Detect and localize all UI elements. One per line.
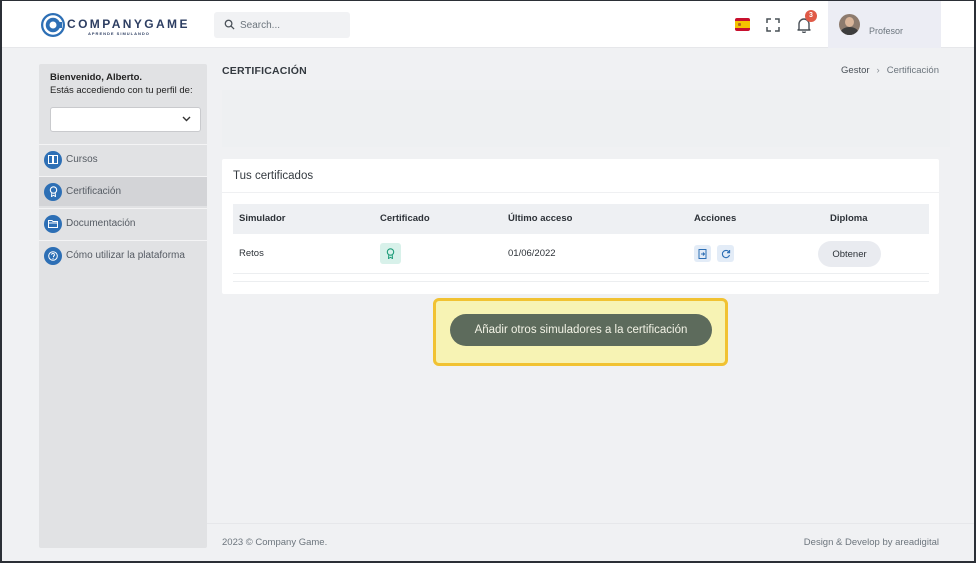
sidebar: Bienvenido, Alberto. Estás accediendo co…	[39, 64, 207, 548]
cell-simulador: Retos	[239, 248, 264, 259]
search-icon	[224, 19, 235, 30]
logo-text: COMPANYGAME	[67, 17, 190, 31]
certificates-table: Simulador Certificado Último acceso Acci…	[233, 204, 929, 282]
chevron-down-icon	[182, 116, 191, 122]
sidebar-item-label: Cómo utilizar la plataforma	[66, 250, 185, 261]
table-header: Simulador Certificado Último acceso Acci…	[233, 204, 929, 234]
search-box[interactable]	[214, 12, 350, 38]
book-icon	[44, 150, 62, 169]
flag-es-icon[interactable]	[735, 18, 750, 31]
logo-tagline: APRENDE SIMULANDO	[88, 31, 150, 36]
column-header: Certificado	[380, 213, 430, 224]
column-header: Simulador	[239, 213, 286, 224]
award-icon	[44, 182, 62, 201]
sidebar-item-ayuda[interactable]: Cómo utilizar la plataforma	[39, 240, 207, 270]
welcome-text: Bienvenido, Alberto.	[50, 72, 143, 83]
column-header: Acciones	[694, 213, 737, 224]
sidebar-item-label: Documentación	[66, 218, 136, 229]
fullscreen-icon[interactable]	[766, 18, 780, 32]
footer-credit: Design & Develop by areadigital	[803, 537, 939, 548]
window-frame-left	[0, 0, 2, 563]
sidebar-item-label: Cursos	[66, 154, 98, 165]
folder-icon	[44, 214, 62, 233]
chevron-right-icon: ›	[876, 65, 880, 76]
certificates-card: Tus certificados Simulador Certificado Ú…	[222, 159, 939, 294]
sidebar-item-certificacion[interactable]: Certificación	[39, 176, 207, 206]
companygame-logo[interactable]: COMPANYGAME APRENDE SIMULANDO	[40, 11, 187, 39]
breadcrumb-item-gestor[interactable]: Gestor	[841, 65, 870, 76]
refresh-icon[interactable]	[717, 245, 734, 262]
footer-copyright: 2023 © Company Game.	[222, 537, 328, 548]
user-menu[interactable]: Profesor	[828, 1, 941, 48]
column-header: Último acceso	[508, 213, 573, 224]
cell-ultimo-acceso: 01/06/2022	[508, 248, 556, 259]
add-simulators-button[interactable]: Añadir otros simuladores a la certificac…	[450, 314, 712, 346]
help-icon	[44, 246, 62, 265]
divider	[222, 192, 939, 193]
topbar: COMPANYGAME APRENDE SIMULANDO 3 Profesor	[2, 1, 974, 48]
avatar	[839, 14, 860, 35]
highlight-callout: Añadir otros simuladores a la certificac…	[433, 298, 728, 366]
user-role-label: Profesor	[869, 26, 904, 36]
notification-badge: 3	[805, 10, 817, 22]
footer-divider	[207, 523, 974, 524]
table-footer	[233, 274, 929, 282]
obtener-diploma-button[interactable]: Obtener	[818, 241, 881, 267]
card-title: Tus certificados	[233, 170, 314, 182]
export-icon[interactable]	[694, 245, 711, 262]
column-header: Diploma	[830, 213, 868, 224]
welcome-subtext: Estás accediendo con tu perfil de:	[50, 85, 193, 96]
profile-select[interactable]	[50, 107, 201, 132]
sidebar-item-cursos[interactable]: Cursos	[39, 144, 207, 174]
sidebar-item-label: Certificación	[66, 186, 122, 197]
breadcrumb: Gestor › Certificación	[841, 65, 939, 76]
certificate-award-icon[interactable]	[380, 243, 401, 264]
sidebar-item-documentacion[interactable]: Documentación	[39, 208, 207, 238]
placeholder-panel	[222, 90, 950, 147]
logo-mark-icon	[41, 13, 65, 37]
page-title: CERTIFICACIÓN	[222, 65, 307, 77]
search-input[interactable]	[240, 16, 344, 34]
breadcrumb-item-current: Certificación	[886, 65, 939, 76]
table-row: Retos 01/06/2022 Obtener	[233, 234, 929, 274]
